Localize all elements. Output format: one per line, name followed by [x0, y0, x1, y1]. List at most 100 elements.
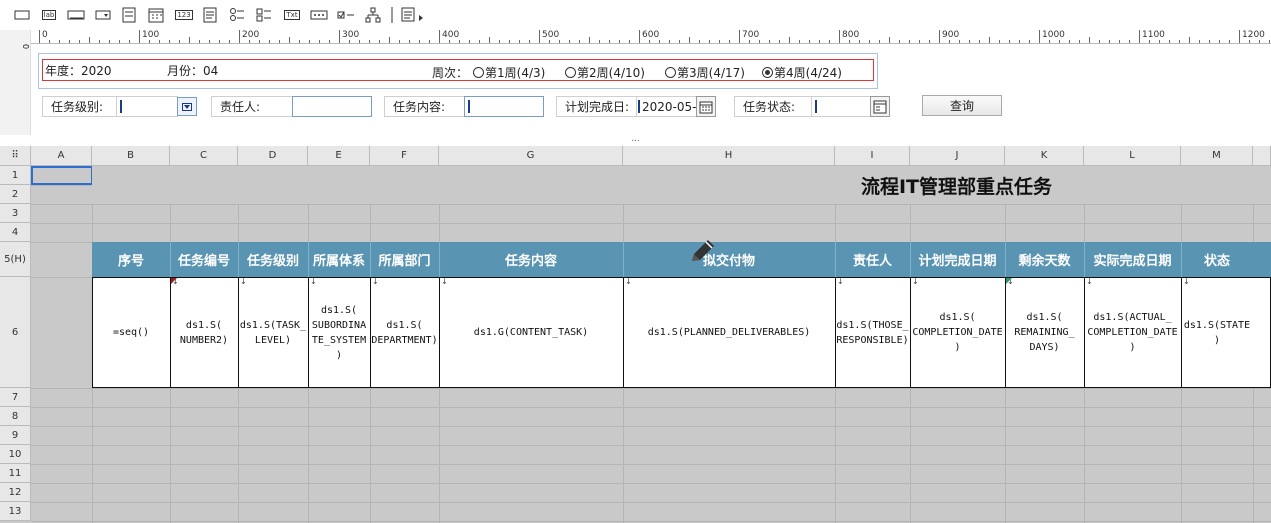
ruler-tick: [819, 40, 820, 43]
ruler-tick: [89, 37, 90, 43]
data-cell-9[interactable]: ds1.S( COMPLETION_DATE ): [910, 277, 1005, 388]
ruler-tick: [309, 40, 310, 43]
data-cell-5[interactable]: ds1.S( DEPARTMENT): [370, 277, 439, 388]
plan-date-input[interactable]: 2020-05-: [636, 96, 698, 117]
text-icon[interactable]: Txt: [282, 6, 302, 24]
column-header-m[interactable]: M: [1181, 146, 1253, 166]
pencil-icon[interactable]: [686, 235, 720, 269]
ruler-label: 500: [542, 30, 560, 40]
dropdown-icon[interactable]: [94, 6, 112, 24]
ruler-tick: [989, 37, 990, 43]
report-icon[interactable]: [400, 6, 426, 24]
expand-arrow-icon: ↓: [912, 277, 919, 286]
week-option-2[interactable]: 第2周(4/10): [565, 64, 645, 81]
ruler-tick: [239, 30, 240, 43]
row-header-3[interactable]: 3: [0, 204, 31, 223]
column-header-k[interactable]: K: [1005, 146, 1084, 166]
column-header-extra[interactable]: [1253, 146, 1271, 166]
vertical-ruler: 0: [0, 30, 31, 135]
data-cell-10[interactable]: ds1.S( REMAINING_ DAYS): [1005, 277, 1084, 388]
data-cell-4[interactable]: ds1.S( SUBORDINA TE_SYSTEM ): [308, 277, 370, 388]
expand-arrow-icon: ↓: [372, 277, 379, 286]
owner-input[interactable]: [292, 96, 372, 117]
grid-hline: [31, 426, 1271, 427]
column-header-d[interactable]: D: [238, 146, 308, 166]
row-header-9[interactable]: 9: [0, 426, 31, 445]
ruler-tick: [619, 40, 620, 43]
column-header-h[interactable]: H: [623, 146, 835, 166]
ruler-tick: [129, 40, 130, 43]
textbox-icon[interactable]: [13, 6, 31, 24]
ruler-label: 1000: [1042, 30, 1065, 40]
column-header-b[interactable]: B: [92, 146, 170, 166]
row-header-5[interactable]: 5(H): [0, 242, 31, 277]
ruler-tick: [569, 40, 570, 43]
column-header-a[interactable]: A: [31, 146, 92, 166]
week-option-4[interactable]: 第4周(4/24): [762, 64, 842, 81]
password-icon[interactable]: [309, 6, 329, 24]
ruler-tick: [769, 40, 770, 43]
column-header-l[interactable]: L: [1084, 146, 1181, 166]
checkbox-group-icon[interactable]: [255, 6, 273, 24]
column-header-g[interactable]: G: [439, 146, 623, 166]
row-header-1[interactable]: 1: [0, 166, 31, 185]
label-icon[interactable]: lab: [39, 6, 59, 24]
column-header-j[interactable]: J: [910, 146, 1005, 166]
ruler-tick: [299, 40, 300, 43]
calendar-icon[interactable]: [696, 96, 716, 117]
week-option-3[interactable]: 第3周(4/17): [665, 64, 745, 81]
ruler-tick: [1219, 40, 1220, 43]
row-header-13[interactable]: 13: [0, 502, 31, 521]
query-button[interactable]: 查询: [922, 95, 1002, 116]
task-level-select[interactable]: [116, 96, 178, 117]
data-cell-1[interactable]: =seq(): [92, 277, 170, 388]
column-header-e[interactable]: E: [308, 146, 370, 166]
data-cell-2[interactable]: ds1.S( NUMBER2): [170, 277, 238, 388]
radio-group-icon[interactable]: [228, 6, 246, 24]
week-option-1[interactable]: 第1周(4/3): [473, 64, 545, 81]
row-header-11[interactable]: 11: [0, 464, 31, 483]
row-header-10[interactable]: 10: [0, 445, 31, 464]
selected-cell-a1[interactable]: [31, 166, 93, 185]
row-header-6[interactable]: 6: [0, 277, 31, 388]
radio-icon[interactable]: [665, 67, 676, 78]
number-icon[interactable]: 123: [174, 6, 194, 24]
row-header-8[interactable]: 8: [0, 407, 31, 426]
data-cell-11[interactable]: ds1.S(ACTUAL_ COMPLETION_DATE ): [1084, 277, 1181, 388]
tree-icon[interactable]: [363, 6, 383, 24]
row-header-4[interactable]: 4: [0, 223, 31, 242]
cell-marker-icon: [1006, 278, 1012, 284]
ruler-tick: [889, 37, 890, 43]
select-all-corner[interactable]: ⠿: [0, 146, 31, 166]
ruler-tick: [599, 40, 600, 43]
ruler-tick: [1009, 40, 1010, 43]
radio-selected-icon[interactable]: [762, 67, 773, 78]
panel-splitter[interactable]: ...: [0, 135, 1271, 146]
popup-select-icon[interactable]: [870, 96, 890, 117]
row-header-2[interactable]: 2: [0, 185, 31, 204]
radio-icon[interactable]: [473, 67, 484, 78]
data-cell-7[interactable]: ds1.S(PLANNED_DELIVERABLES): [623, 277, 835, 388]
button-icon[interactable]: [66, 6, 86, 24]
data-cell-3[interactable]: ds1.S(TASK_ LEVEL): [238, 277, 308, 388]
column-header-c[interactable]: C: [170, 146, 238, 166]
checkbox-icon[interactable]: [336, 6, 356, 24]
calendar-icon[interactable]: [147, 6, 165, 24]
ruler-tick: [139, 30, 140, 43]
header-cell-1: 序号: [117, 254, 144, 269]
listbox-icon[interactable]: [120, 6, 138, 24]
content-input[interactable]: [464, 96, 544, 117]
ruler-tick: [749, 40, 750, 43]
row-header-7[interactable]: 7: [0, 388, 31, 407]
ruler-label: 600: [642, 30, 660, 40]
row-header-12[interactable]: 12: [0, 483, 31, 502]
chevron-down-icon[interactable]: [177, 97, 197, 116]
data-cell-6[interactable]: ds1.G(CONTENT_TASK): [439, 277, 623, 388]
column-header-f[interactable]: F: [370, 146, 439, 166]
status-select[interactable]: [811, 96, 871, 117]
data-cell-12[interactable]: ds1.S(STATE ): [1181, 277, 1253, 388]
data-cell-8[interactable]: ds1.S(THOSE_ RESPONSIBLE): [835, 277, 910, 388]
radio-icon[interactable]: [565, 67, 576, 78]
multiline-icon[interactable]: [201, 6, 219, 24]
column-header-i[interactable]: I: [835, 146, 910, 166]
